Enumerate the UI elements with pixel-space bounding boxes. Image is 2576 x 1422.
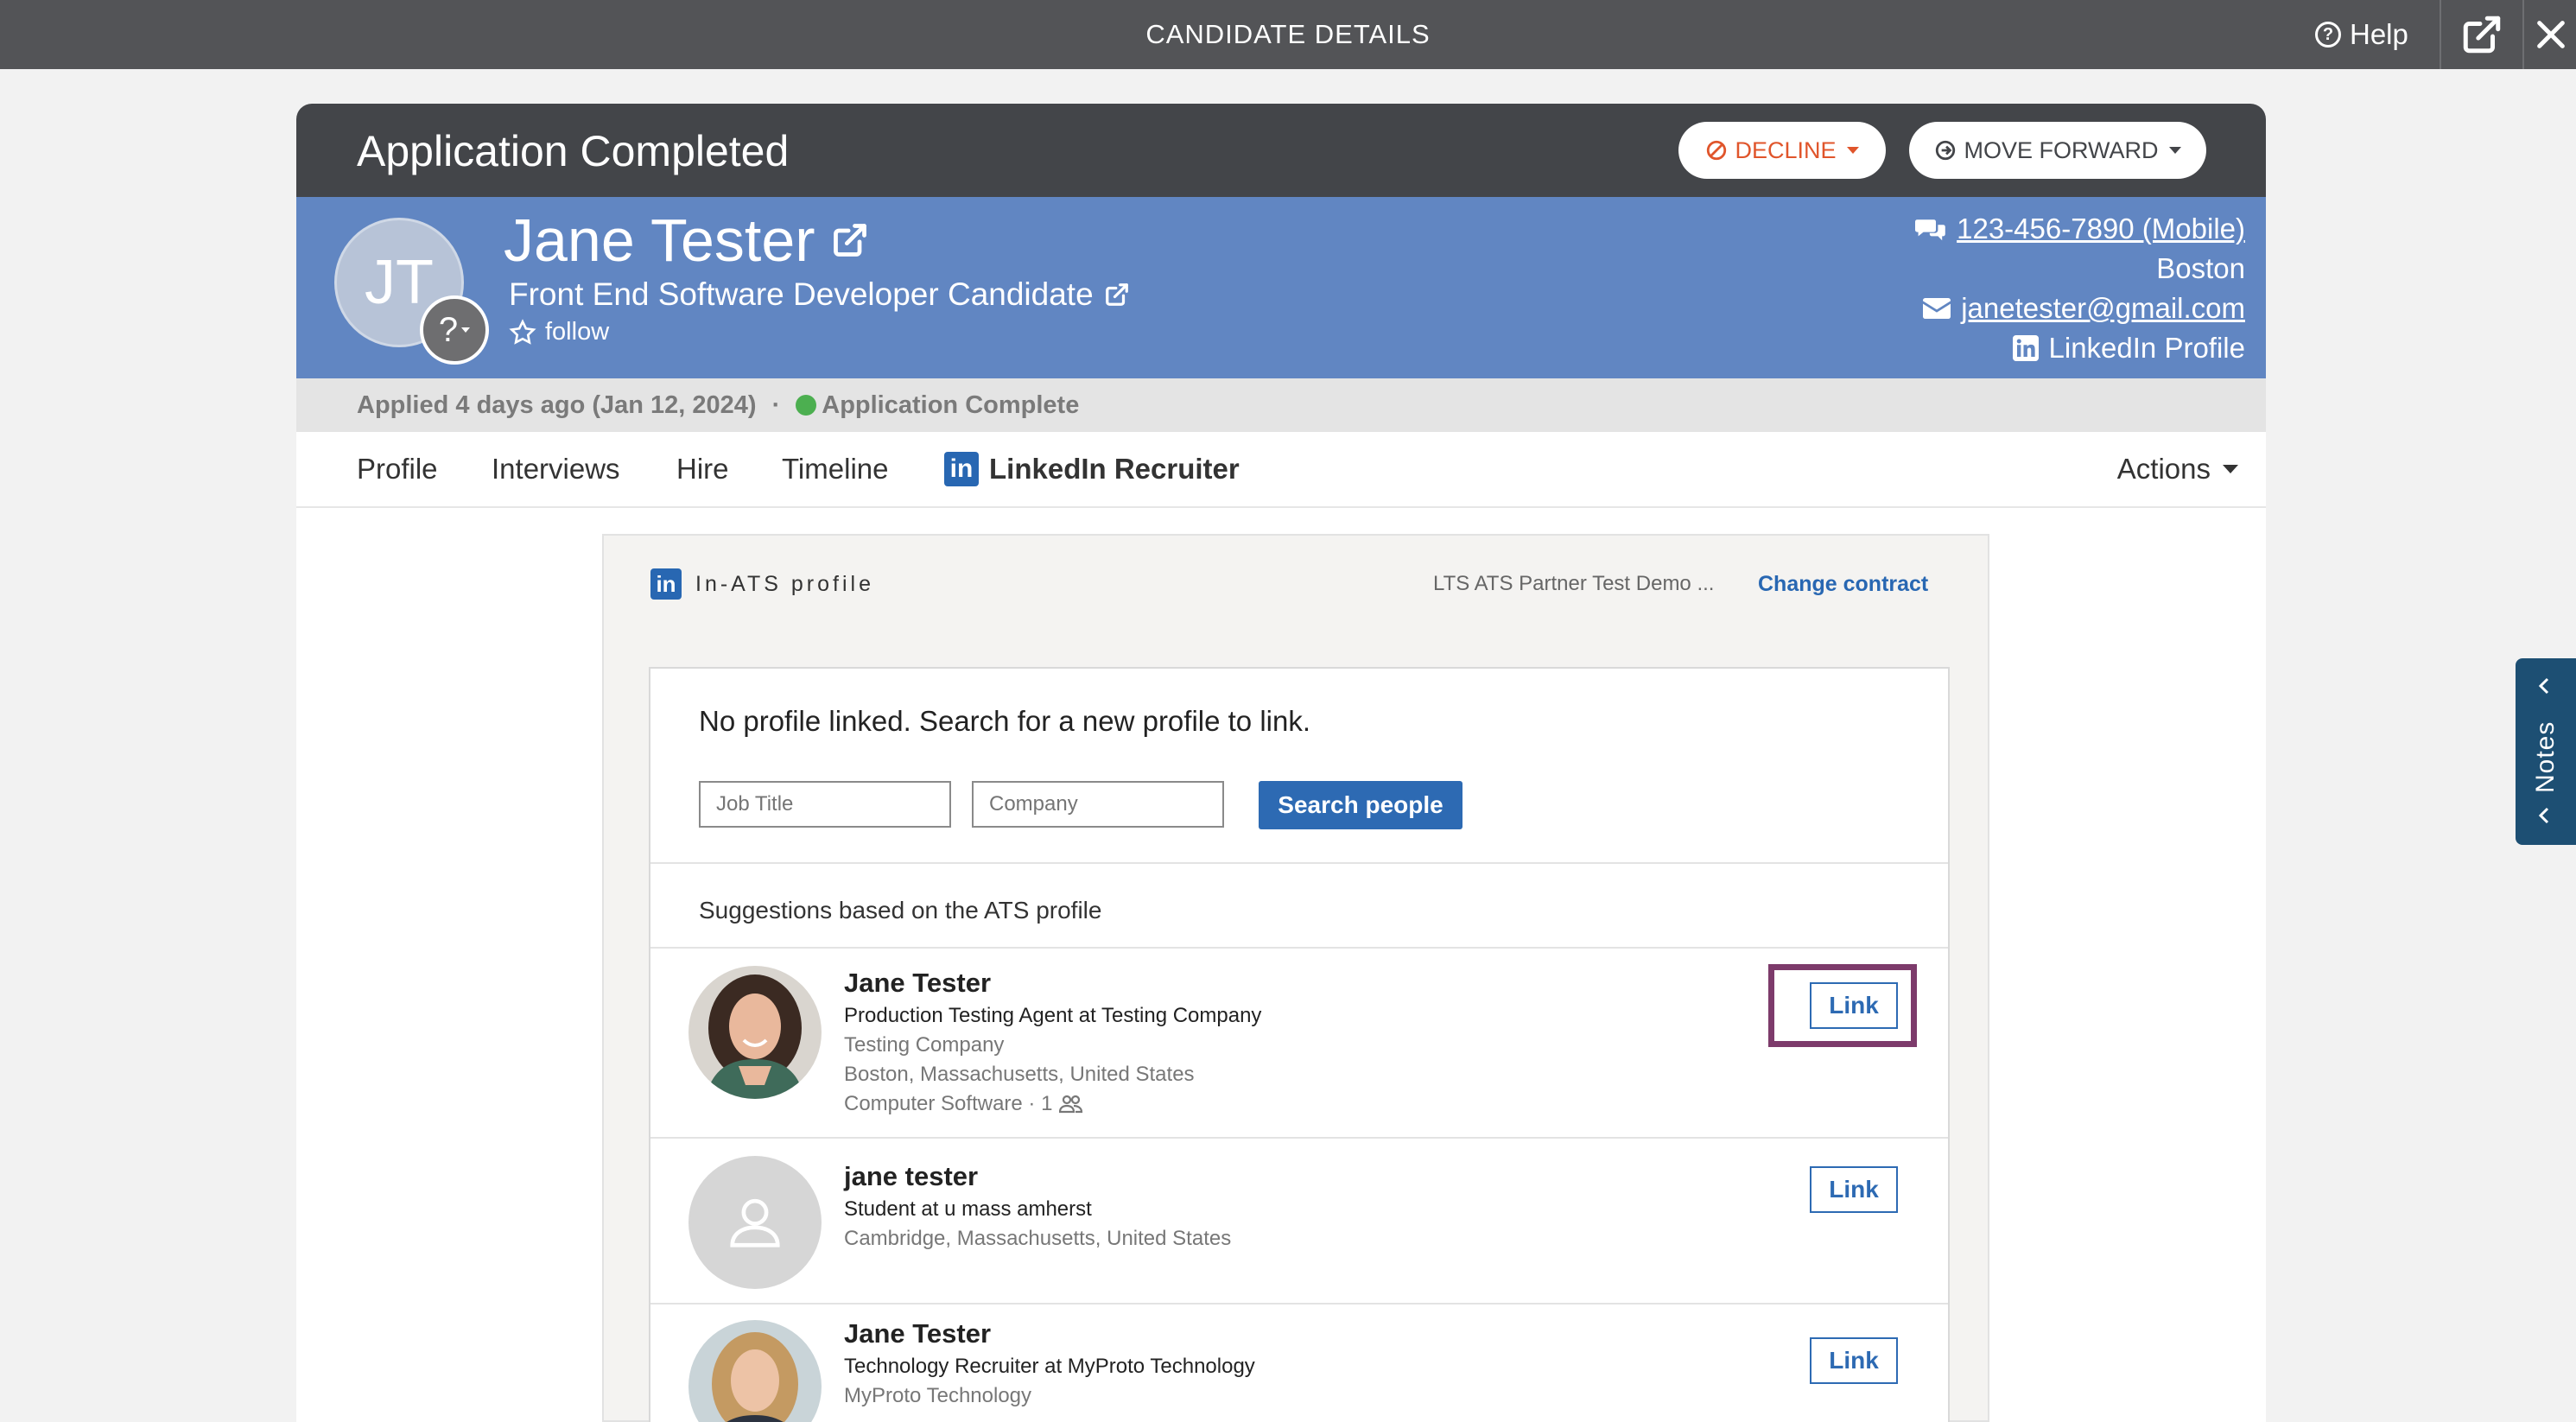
rating-label: ? [438, 310, 459, 349]
linkedin-icon [2012, 335, 2039, 361]
no-profile-heading: No profile linked. Search for a new prof… [699, 705, 1311, 737]
external-link-icon [2463, 16, 2501, 54]
applied-date: Applied 4 days ago (Jan 12, 2024) [357, 390, 757, 419]
tab-profile[interactable]: Profile [357, 432, 438, 506]
caret-down-icon [2223, 465, 2238, 473]
email-link[interactable]: janetester@gmail.com [1961, 289, 2245, 328]
result-headline: Technology Recruiter at MyProto Technolo… [844, 1355, 1255, 1378]
chevron-left-icon [2538, 677, 2549, 695]
result-industry-text: Computer Software · 1 [844, 1092, 1053, 1115]
search-people-button[interactable]: Search people [1259, 781, 1462, 829]
location-text: Boston [2156, 252, 2245, 284]
divider [650, 862, 1948, 864]
notes-tab[interactable]: Notes [2516, 658, 2576, 845]
change-contract-link[interactable]: Change contract [1758, 568, 1928, 600]
tab-linkedin-recruiter-label: LinkedIn Recruiter [989, 453, 1240, 485]
caret-down-icon [461, 327, 471, 333]
status-dot-icon [796, 395, 817, 416]
result-headline: Production Testing Agent at Testing Comp… [844, 1004, 1262, 1027]
application-status-text: Application Complete [822, 390, 1080, 419]
candidate-role[interactable]: Front End Software Developer Candidate [509, 276, 1130, 313]
external-link-icon [1105, 283, 1128, 306]
in-ats-profile-title: In-ATS profile [695, 571, 874, 596]
link-button[interactable]: Link [1810, 1166, 1898, 1213]
result-name[interactable]: Jane Tester [844, 968, 991, 999]
phone-link[interactable]: 123-456-7890 (Mobile) [1957, 209, 2245, 249]
status-header: Application Completed DECLINE MOVE FORWA… [296, 104, 2266, 197]
applied-status-bar: Applied 4 days ago (Jan 12, 2024) · Appl… [296, 378, 2266, 432]
tab-hire[interactable]: Hire [676, 432, 729, 506]
linkedin-profile-link[interactable]: LinkedIn Profile [1915, 328, 2245, 368]
result-company: MyProto Technology [844, 1384, 1032, 1407]
result-name[interactable]: Jane Tester [844, 1318, 991, 1349]
result-industry: Computer Software · 1 [844, 1092, 1083, 1116]
connections-icon [1059, 1095, 1083, 1114]
decline-label: DECLINE [1735, 136, 1837, 163]
tab-bar: Profile Interviews Hire Timeline in Link… [296, 432, 2266, 508]
result-name[interactable]: jane tester [844, 1161, 978, 1192]
notes-label: Notes [2531, 721, 2560, 793]
help-label: Help [2350, 18, 2408, 50]
linkedin-panel: in In-ATS profile LTS ATS Partner Test D… [602, 534, 1989, 1422]
result-location: Cambridge, Massachusetts, United States [844, 1227, 1232, 1250]
list-item: Jane Tester Technology Recruiter at MyPr… [650, 1305, 1948, 1422]
decline-button[interactable]: DECLINE [1678, 122, 1886, 179]
company-input[interactable] [972, 781, 1224, 828]
separator: · [771, 390, 781, 419]
arrow-circle-right-icon [1936, 140, 1956, 161]
result-company: Testing Company [844, 1033, 1005, 1057]
linkedin-profile-label: LinkedIn Profile [2048, 332, 2245, 364]
profile-photo [688, 966, 822, 1099]
list-item: jane tester Student at u mass amherst Ca… [650, 1139, 1948, 1303]
candidate-profile-band: JT ? Jane Tester Front End Software Deve… [296, 197, 2266, 378]
suggestions-title: Suggestions based on the ATS profile [699, 897, 1102, 924]
rating-dropdown[interactable]: ? [420, 295, 489, 365]
link-button[interactable]: Link [1810, 982, 1898, 1029]
application-status: Application Complete [796, 391, 1079, 420]
job-title-input[interactable] [699, 781, 951, 828]
envelope-icon [1923, 298, 1951, 319]
profile-photo-placeholder [688, 1156, 822, 1289]
result-headline: Student at u mass amherst [844, 1197, 1092, 1221]
close-button[interactable] [2526, 0, 2576, 69]
tab-timeline[interactable]: Timeline [782, 432, 888, 506]
linkedin-icon: in [650, 568, 682, 600]
star-icon [509, 318, 536, 345]
actions-label: Actions [2116, 453, 2211, 485]
caret-down-icon [2168, 147, 2181, 154]
question-circle-icon: ? [2315, 22, 2341, 48]
chat-icon [1915, 219, 1945, 241]
candidate-card: Application Completed DECLINE MOVE FORWA… [296, 104, 2266, 1422]
follow-label: follow [545, 318, 610, 346]
follow-button[interactable]: follow [509, 318, 609, 346]
chevron-left-icon [2538, 807, 2549, 824]
list-item: Jane Tester Production Testing Agent at … [650, 949, 1948, 1137]
top-bar: CANDIDATE DETAILS ? Help [0, 0, 2576, 69]
open-external-button[interactable] [2440, 0, 2524, 69]
move-forward-label: MOVE FORWARD [1964, 136, 2159, 163]
candidate-name[interactable]: Jane Tester [504, 206, 869, 275]
caret-down-icon [1846, 147, 1859, 154]
ban-icon [1707, 140, 1727, 161]
tab-linkedin-recruiter[interactable]: in LinkedIn Recruiter [944, 432, 1240, 506]
result-location: Boston, Massachusetts, United States [844, 1063, 1195, 1086]
link-button[interactable]: Link [1810, 1337, 1898, 1384]
close-icon [2537, 21, 2565, 48]
candidate-role-text: Front End Software Developer Candidate [509, 276, 1094, 312]
window-title: CANDIDATE DETAILS [1145, 19, 1431, 49]
status-title: Application Completed [357, 127, 790, 175]
external-link-icon [833, 224, 866, 257]
move-forward-button[interactable]: MOVE FORWARD [1909, 122, 2206, 179]
linkedin-icon: in [944, 452, 979, 486]
candidate-name-text: Jane Tester [504, 206, 815, 274]
tab-interviews[interactable]: Interviews [492, 432, 620, 506]
in-ats-profile-header: in In-ATS profile [650, 568, 874, 600]
contract-name: LTS ATS Partner Test Demo ... [1433, 572, 1715, 595]
profile-photo [688, 1320, 822, 1422]
contact-info: 123-456-7890 (Mobile) Boston janetester@… [1915, 209, 2245, 368]
actions-dropdown[interactable]: Actions [2117, 432, 2238, 506]
person-icon [730, 1198, 780, 1247]
help-button[interactable]: ? Help [2315, 0, 2408, 69]
profile-search-box: No profile linked. Search for a new prof… [649, 667, 1950, 1422]
